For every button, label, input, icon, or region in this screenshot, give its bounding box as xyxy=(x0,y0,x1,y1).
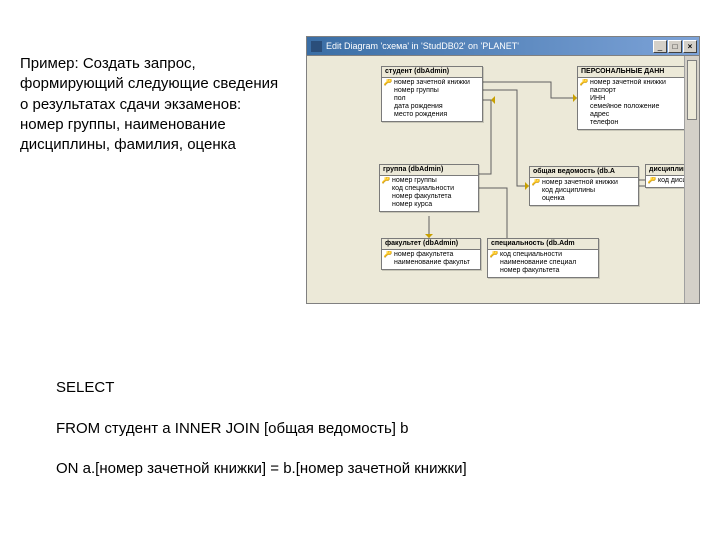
table-vedomost[interactable]: общая ведомость (db.A 🔑номер зачетной кн… xyxy=(529,166,639,206)
sql-line-from: FROM студент a INNER JOIN [общая ведомос… xyxy=(56,419,616,439)
column: адрес xyxy=(590,111,609,119)
table-faculty[interactable]: факультет (dbAdmin) 🔑номер факультета на… xyxy=(381,238,481,270)
table-personal[interactable]: ПЕРСОНАЛЬНЫЕ ДАНН 🔑номер зачетной книжки… xyxy=(577,66,687,130)
maximize-button[interactable]: □ xyxy=(668,40,682,53)
table-speciality[interactable]: специальность (db.Adm 🔑код специальности… xyxy=(487,238,599,278)
key-icon: 🔑 xyxy=(382,177,390,185)
table-header: факультет (dbAdmin) xyxy=(382,239,480,250)
column: наименование специал xyxy=(500,259,576,267)
table-header: общая ведомость (db.A xyxy=(530,167,638,178)
window-title: Edit Diagram 'схема' in 'StudDB02' on 'P… xyxy=(326,41,653,51)
key-icon: 🔑 xyxy=(648,177,656,185)
table-header: дисциплина (dbAdmin) xyxy=(646,165,698,176)
column: номер курса xyxy=(392,201,432,209)
table-discipline[interactable]: дисциплина (dbAdmin) 🔑код дисциплины xyxy=(645,164,699,188)
column: ИНН xyxy=(590,95,605,103)
key-icon: 🔑 xyxy=(384,251,392,259)
column: номер группы xyxy=(394,87,439,95)
column: место рождения xyxy=(394,111,447,119)
sql-line-on: ON a.[номер зачетной книжки] = b.[номер … xyxy=(56,459,616,479)
close-button[interactable]: × xyxy=(683,40,697,53)
diagram-canvas[interactable]: студент (dbAdmin) 🔑номер зачетной книжки… xyxy=(307,55,699,303)
column: код дисциплины xyxy=(658,177,696,185)
scrollbar-thumb[interactable] xyxy=(687,60,697,120)
table-group[interactable]: группа (dbAdmin) 🔑номер группы код специ… xyxy=(379,164,479,212)
example-description: Пример: Создать запрос, формирующий след… xyxy=(20,54,285,155)
table-header: специальность (db.Adm xyxy=(488,239,598,250)
key-icon: 🔑 xyxy=(490,251,498,259)
column: оценка xyxy=(542,195,565,203)
column: код дисциплины xyxy=(542,187,595,195)
column: паспорт xyxy=(590,87,616,95)
column: наименование факульт xyxy=(394,259,470,267)
column: телефон xyxy=(590,119,618,127)
app-icon xyxy=(311,41,322,52)
table-student[interactable]: студент (dbAdmin) 🔑номер зачетной книжки… xyxy=(381,66,483,122)
diagram-window: Edit Diagram 'схема' in 'StudDB02' on 'P… xyxy=(306,36,700,304)
key-icon: 🔑 xyxy=(532,179,540,187)
key-icon: 🔑 xyxy=(580,79,588,87)
minimize-button[interactable]: _ xyxy=(653,40,667,53)
key-icon: 🔑 xyxy=(384,79,392,87)
column: номер факультета xyxy=(500,267,559,275)
column: семейное положение xyxy=(590,103,659,111)
table-header: ПЕРСОНАЛЬНЫЕ ДАНН xyxy=(578,67,686,78)
sql-block: SELECT FROM студент a INNER JOIN [общая … xyxy=(56,358,616,500)
column: номер факультета xyxy=(392,193,451,201)
column: пол xyxy=(394,95,406,103)
table-header: группа (dbAdmin) xyxy=(380,165,478,176)
column: дата рождения xyxy=(394,103,443,111)
titlebar: Edit Diagram 'схема' in 'StudDB02' on 'P… xyxy=(307,37,699,55)
column: код специальности xyxy=(500,251,562,259)
column: номер факультета xyxy=(394,251,453,259)
column: номер зачетной книжки xyxy=(590,79,666,87)
column: номер группы xyxy=(392,177,437,185)
column: номер зачетной книжки xyxy=(542,179,618,187)
table-header: студент (dbAdmin) xyxy=(382,67,482,78)
column: номер зачетной книжки xyxy=(394,79,470,87)
column: код специальности xyxy=(392,185,454,193)
sql-line-select: SELECT xyxy=(56,378,616,398)
